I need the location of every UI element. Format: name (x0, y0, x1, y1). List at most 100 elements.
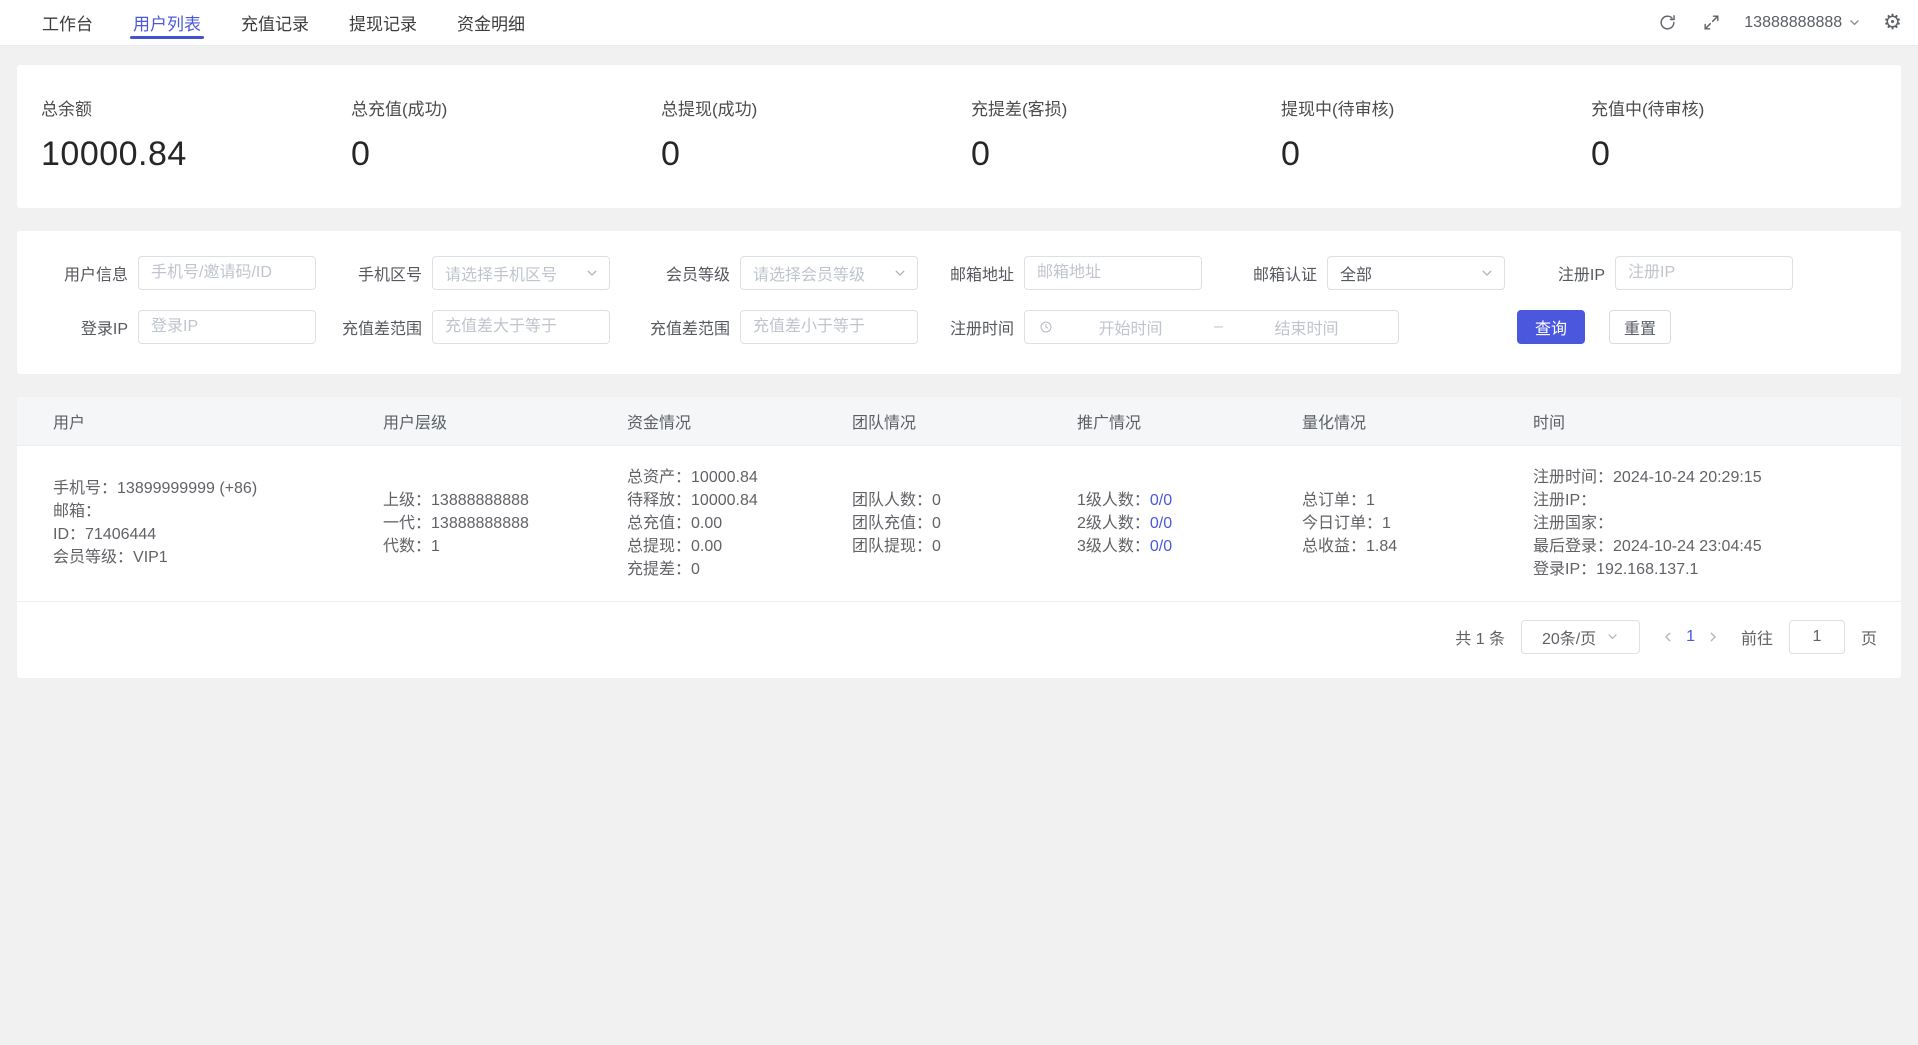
select-placeholder: 请选择手机区号 (445, 261, 585, 285)
navbar-right: 13888888888 ⚙ (1656, 12, 1902, 34)
cell-hierarchy: 上级：13888888888 一代：13888888888 代数：1 (367, 445, 611, 601)
stat-value: 10000.84 (41, 135, 351, 174)
member-level-select[interactable]: 请选择会员等级 (740, 256, 918, 290)
column-header-user: 用户 (17, 397, 367, 445)
time-last-login-line: 最后登录：2024-10-24 23:04:45 (1533, 535, 1891, 558)
goto-label: 前往 (1741, 625, 1773, 649)
search-button[interactable]: 查询 (1517, 310, 1585, 344)
promo-lv3-link[interactable]: 0/0 (1150, 538, 1172, 555)
filter-recharge-diff-max: 充值差范围 (638, 310, 918, 344)
register-ip-input[interactable] (1615, 256, 1793, 290)
field-label: 会员等级 (646, 261, 730, 285)
user-info-input[interactable] (138, 256, 316, 290)
chevron-down-icon (1480, 266, 1494, 280)
register-time-range-picker[interactable]: 开始时间 – 结束时间 (1024, 310, 1399, 344)
fullscreen-icon[interactable] (1700, 12, 1722, 34)
recharge-diff-min-input[interactable] (432, 310, 610, 344)
filter-row-2: 登录IP 充值差范围 充值差范围 注册时间 开始时间 – 结束时间 查 (51, 310, 1867, 344)
column-header-funds: 资金情况 (611, 397, 836, 445)
recharge-diff-max-input[interactable] (740, 310, 918, 344)
tab-label: 提现记录 (349, 10, 417, 35)
nav-tabs: 工作台 用户列表 充值记录 提现记录 资金明细 (22, 0, 545, 46)
chevron-down-icon (1848, 16, 1861, 29)
time-register-country-line: 注册国家： (1533, 512, 1891, 535)
page-size-value: 20条/页 (1542, 625, 1596, 649)
select-value: 全部 (1340, 261, 1480, 285)
stat-total-withdraw-success: 总提现(成功) 0 (661, 95, 971, 174)
promo-lv1-link[interactable]: 0/0 (1150, 492, 1172, 509)
quant-total-profit-line: 总收益：1.84 (1302, 535, 1507, 558)
field-label: 充值差范围 (638, 315, 730, 339)
team-members-line: 团队人数：0 (852, 489, 1051, 512)
stat-label: 充值中(待审核) (1591, 95, 1901, 120)
stat-recharge-withdraw-diff: 充提差(客损) 0 (971, 95, 1281, 174)
funds-to-release-line: 待释放：10000.84 (627, 489, 826, 512)
filter-login-ip: 登录IP (51, 310, 316, 344)
time-login-ip-line: 登录IP：192.168.137.1 (1533, 558, 1891, 581)
column-header-time: 时间 (1517, 397, 1901, 445)
filter-email-verified: 邮箱认证 全部 (1232, 256, 1505, 290)
tab-user-list[interactable]: 用户列表 (133, 0, 201, 46)
stat-label: 提现中(待审核) (1281, 95, 1591, 120)
page-number[interactable]: 1 (1682, 628, 1699, 646)
user-table-card: 用户 用户层级 资金情况 团队情况 推广情况 量化情况 时间 手机号：13899… (17, 397, 1901, 678)
quant-today-orders-line: 今日订单：1 (1302, 512, 1507, 535)
gear-icon[interactable]: ⚙ (1883, 12, 1902, 33)
quant-total-orders-line: 总订单：1 (1302, 489, 1507, 512)
field-label: 邮箱认证 (1232, 261, 1317, 285)
filter-panel: 用户信息 手机区号 请选择手机区号 会员等级 请选择会员等级 邮箱地址 (17, 231, 1901, 374)
field-label: 邮箱地址 (936, 261, 1014, 285)
column-header-hierarchy: 用户层级 (367, 397, 611, 445)
field-label: 注册时间 (936, 315, 1014, 339)
filter-recharge-diff-min: 充值差范围 (338, 310, 610, 344)
field-label: 充值差范围 (338, 315, 422, 339)
cell-promo: 1级人数：0/0 2级人数：0/0 3级人数：0/0 (1061, 445, 1286, 601)
user-level-line: 会员等级：VIP1 (53, 546, 357, 569)
hierarchy-parent-line: 上级：13888888888 (383, 489, 601, 512)
stats-card: 总余额 10000.84 总充值(成功) 0 总提现(成功) 0 充提差(客损)… (17, 65, 1901, 208)
pager: 1 (1656, 625, 1725, 649)
tab-workbench[interactable]: 工作台 (42, 0, 93, 46)
team-recharge-line: 团队充值：0 (852, 512, 1051, 535)
next-page-button[interactable] (1701, 625, 1725, 649)
chevron-right-icon (1706, 630, 1720, 644)
stat-value: 0 (351, 135, 661, 174)
tab-fund-details[interactable]: 资金明细 (457, 0, 525, 46)
field-label: 注册IP (1550, 261, 1605, 285)
account-phone: 13888888888 (1744, 14, 1842, 32)
email-verified-select[interactable]: 全部 (1327, 256, 1505, 290)
stat-total-balance: 总余额 10000.84 (41, 95, 351, 174)
stat-withdrawing-pending: 提现中(待审核) 0 (1281, 95, 1591, 174)
prev-page-button[interactable] (1656, 625, 1680, 649)
clock-icon (1039, 320, 1053, 334)
filter-register-time: 注册时间 开始时间 – 结束时间 (936, 310, 1399, 344)
promo-lv2-link[interactable]: 0/0 (1150, 515, 1172, 532)
cell-time: 注册时间：2024-10-24 20:29:15 注册IP： 注册国家： 最后登… (1517, 445, 1901, 601)
login-ip-input[interactable] (138, 310, 316, 344)
goto-page-input[interactable] (1789, 620, 1845, 654)
reset-button[interactable]: 重置 (1609, 310, 1671, 344)
funds-total-recharge-line: 总充值：0.00 (627, 512, 826, 535)
team-withdraw-line: 团队提现：0 (852, 535, 1051, 558)
select-placeholder: 请选择会员等级 (753, 261, 893, 285)
tab-withdraw-records[interactable]: 提现记录 (349, 0, 417, 46)
user-phone-line: 手机号：13899999999 (+86) (53, 477, 357, 500)
stat-label: 充提差(客损) (971, 95, 1281, 120)
page-size-select[interactable]: 20条/页 (1521, 620, 1640, 654)
stat-value: 0 (1591, 135, 1901, 174)
cell-quant: 总订单：1 今日订单：1 总收益：1.84 (1286, 445, 1517, 601)
page-content: 总余额 10000.84 总充值(成功) 0 总提现(成功) 0 充提差(客损)… (0, 46, 1918, 697)
phone-area-select[interactable]: 请选择手机区号 (432, 256, 610, 290)
email-input[interactable] (1024, 256, 1202, 290)
field-label: 用户信息 (51, 261, 128, 285)
page-unit-label: 页 (1861, 625, 1877, 649)
filter-email: 邮箱地址 (936, 256, 1202, 290)
refresh-icon[interactable] (1656, 12, 1678, 34)
tab-recharge-records[interactable]: 充值记录 (241, 0, 309, 46)
chevron-left-icon (1661, 630, 1675, 644)
table-header-row: 用户 用户层级 资金情况 团队情况 推广情况 量化情况 时间 (17, 397, 1901, 445)
account-dropdown[interactable]: 13888888888 (1744, 14, 1861, 32)
field-label: 手机区号 (346, 261, 422, 285)
cell-funds: 总资产：10000.84 待释放：10000.84 总充值：0.00 总提现：0… (611, 445, 836, 601)
user-email-line: 邮箱： (53, 500, 357, 523)
